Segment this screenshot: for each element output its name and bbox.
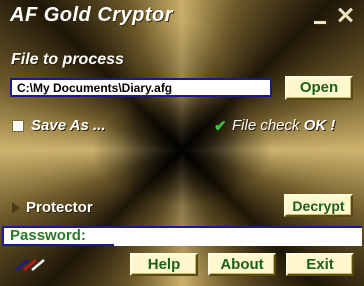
file-check-prefix: File check xyxy=(232,117,304,134)
save-as-label[interactable]: Save As ... xyxy=(31,117,106,134)
save-as-checkbox[interactable] xyxy=(12,120,24,132)
close-icon[interactable] xyxy=(337,7,353,23)
open-button[interactable]: Open xyxy=(285,76,353,100)
file-check-ok: OK ! xyxy=(303,117,336,134)
decrypt-button[interactable]: Decrypt xyxy=(284,194,353,217)
check-icon: ✔ xyxy=(214,118,227,135)
app-window: AF Gold Cryptor File to process Open Sav… xyxy=(0,0,364,286)
pens-icon[interactable] xyxy=(14,257,50,271)
password-bar: Password: xyxy=(2,226,362,246)
about-button[interactable]: About xyxy=(208,253,276,276)
password-label: Password: xyxy=(4,228,110,244)
app-title: AF Gold Cryptor xyxy=(10,4,174,26)
triangle-right-icon[interactable] xyxy=(12,202,20,214)
file-path-input[interactable] xyxy=(10,78,272,97)
help-button[interactable]: Help xyxy=(130,253,198,276)
minimize-icon[interactable] xyxy=(313,10,327,24)
file-to-process-label: File to process xyxy=(11,51,124,68)
password-input[interactable] xyxy=(114,228,362,246)
exit-button[interactable]: Exit xyxy=(286,253,354,276)
title-bar[interactable]: AF Gold Cryptor xyxy=(0,0,364,32)
file-check-status: File check OK ! xyxy=(232,117,335,134)
protector-label[interactable]: Protector xyxy=(26,199,93,216)
